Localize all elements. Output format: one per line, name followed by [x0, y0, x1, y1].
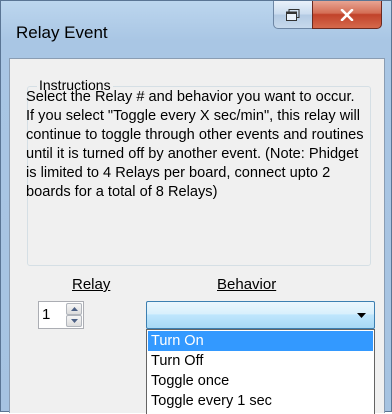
- relay-number-spinner[interactable]: 1: [38, 301, 84, 329]
- behavior-option-turn-off[interactable]: Turn Off: [148, 351, 373, 371]
- spin-down-button[interactable]: [66, 315, 82, 327]
- window-title: Relay Event: [16, 23, 108, 42]
- dropdown-arrow-icon: [357, 313, 366, 318]
- window-frame: Relay Event Instructions Select the Rela…: [0, 0, 392, 414]
- title-bar[interactable]: Relay Event: [1, 1, 392, 57]
- relay-number-value[interactable]: 1: [42, 306, 50, 323]
- spinner-buttons: [66, 303, 82, 327]
- behavior-option-turn-on[interactable]: Turn On: [148, 331, 373, 351]
- restore-button[interactable]: [273, 1, 313, 29]
- instructions-text: Select the Relay # and behavior you want…: [26, 89, 364, 200]
- restore-icon: [286, 8, 300, 21]
- chevron-down-icon: [71, 319, 78, 323]
- dialog-client-area: Instructions Select the Relay # and beha…: [9, 58, 385, 414]
- behavior-option-toggle-once[interactable]: Toggle once: [148, 371, 373, 391]
- close-button[interactable]: [312, 1, 382, 29]
- relay-label: Relay: [72, 276, 111, 293]
- close-icon: [340, 8, 354, 21]
- behavior-option-toggle-every[interactable]: Toggle every 1 sec: [148, 391, 373, 411]
- chevron-up-icon: [71, 307, 78, 311]
- behavior-combobox[interactable]: [146, 301, 375, 329]
- behavior-dropdown-list: Turn On Turn Off Toggle once Toggle ever…: [146, 329, 375, 414]
- behavior-label: Behavior: [217, 276, 277, 293]
- spin-up-button[interactable]: [66, 303, 82, 315]
